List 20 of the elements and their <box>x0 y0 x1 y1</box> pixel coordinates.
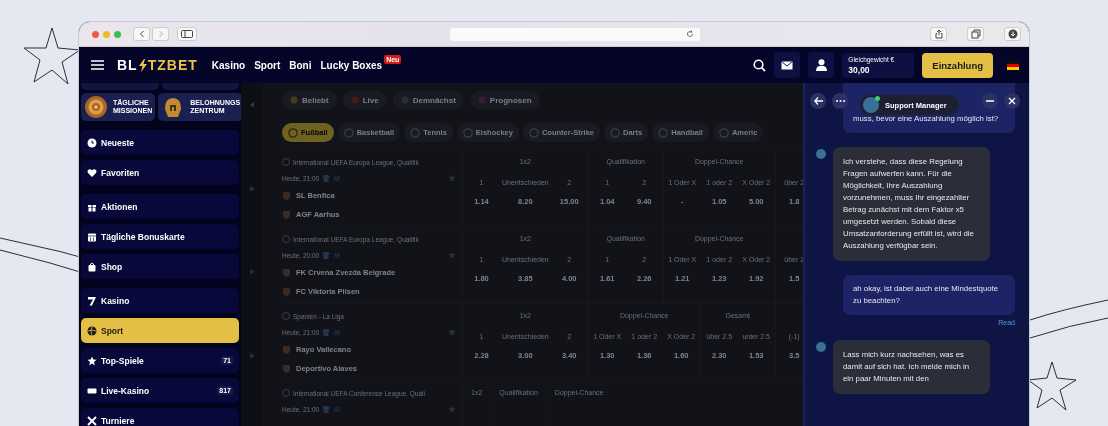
nav-link[interactable]: Boni <box>289 59 312 71</box>
sidebar-item[interactable]: Shop <box>81 254 239 279</box>
nav-link[interactable]: Sport <box>254 59 281 71</box>
sidebar-item[interactable]: Favoriten <box>81 160 239 185</box>
filter-chip[interactable]: Demnächst <box>392 91 464 109</box>
logo-text: TZBET <box>147 57 198 73</box>
nav-link[interactable]: Kasino <box>211 59 246 71</box>
filter-chip[interactable]: Beliebt <box>282 91 337 109</box>
nav-link[interactable]: Lucky Boxes <box>320 59 383 71</box>
filter-chip[interactable]: Prognosen <box>469 91 540 109</box>
sidebar-item[interactable]: Turniere <box>81 408 239 426</box>
sidebar-item[interactable]: Aktionen <box>81 194 239 219</box>
balance-amount: 30,00 <box>848 64 871 75</box>
sidebar-item[interactable]: Neueste <box>81 130 239 155</box>
logo-text: BL <box>117 57 138 73</box>
sidebar-item[interactable]: Tägliche Bonuskarte <box>81 224 239 249</box>
deposit-button[interactable]: Einzahlung <box>922 52 993 78</box>
sidebar-item[interactable]: Sport <box>81 318 239 343</box>
filter-chip[interactable]: Live <box>342 91 387 109</box>
sidebar-item[interactable]: Kasino <box>81 288 239 313</box>
